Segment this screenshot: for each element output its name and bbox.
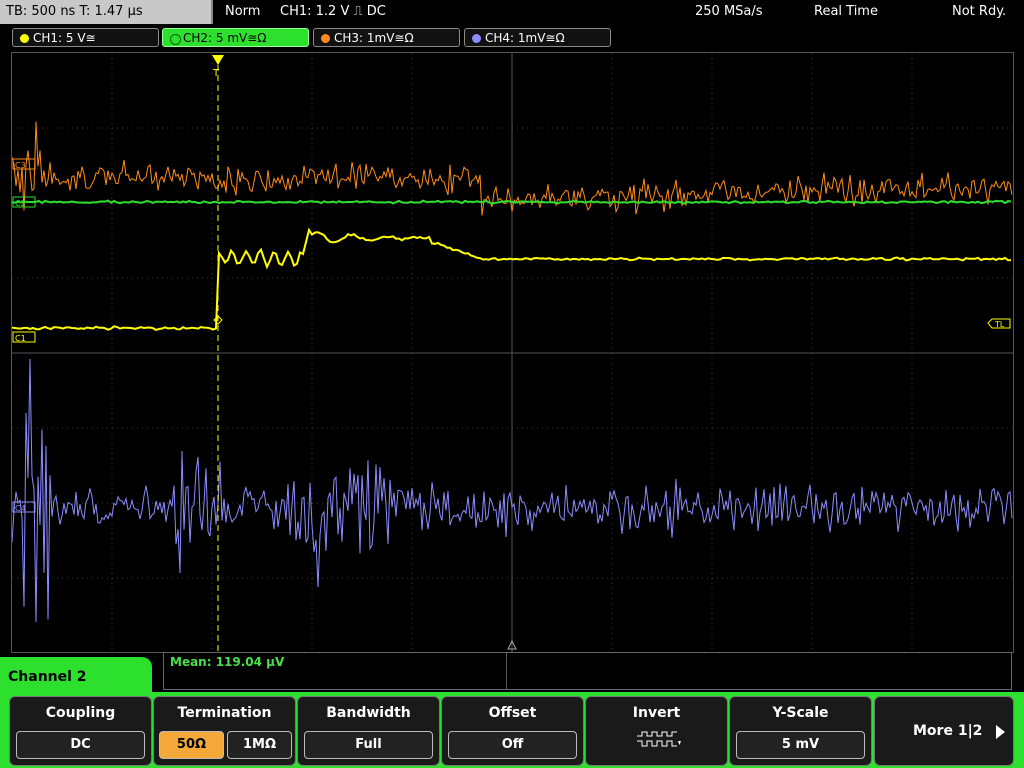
- offset-title: Offset: [488, 705, 537, 721]
- invert-title: Invert: [632, 705, 681, 721]
- yscale-title: Y-Scale: [772, 705, 829, 721]
- tab-ch2[interactable]: CH2: 5 mV≅Ω: [162, 28, 309, 47]
- coupling-value[interactable]: DC: [16, 731, 145, 759]
- trigger-mode[interactable]: Norm: [225, 0, 260, 24]
- sample-rate: 250 MSa/s: [695, 4, 763, 19]
- tab-ch1-label: CH1: 5 V≅: [33, 31, 96, 45]
- coupling-softkey[interactable]: Coupling DC: [9, 696, 152, 766]
- c2-marker: C2: [15, 199, 26, 208]
- acquisition-mode: Real Time: [814, 4, 878, 19]
- ch3-color-icon: [321, 34, 330, 43]
- top-status-bar: TB: 500 ns T: 1.47 µs Norm CH1: 1.2 V ⎍ …: [0, 0, 1024, 25]
- bandwidth-title: Bandwidth: [326, 705, 411, 721]
- invert-waveform-icon: [637, 731, 681, 747]
- more-label: More 1|2: [913, 723, 983, 739]
- termination-50-ohm[interactable]: 50Ω: [159, 731, 224, 759]
- ch2-color-icon: [170, 34, 181, 45]
- measurement-divider: [506, 653, 507, 689]
- tab-ch4-label: CH4: 1mV≅Ω: [485, 31, 565, 45]
- tab-ch3-label: CH3: 1mV≅Ω: [334, 31, 414, 45]
- tab-ch1[interactable]: CH1: 5 V≅: [12, 28, 159, 47]
- tab-ch2-label: CH2: 5 mV≅Ω: [183, 31, 267, 45]
- trigger-position-icon: [212, 55, 224, 65]
- yscale-value[interactable]: 5 mV: [736, 731, 865, 759]
- mean-measurement[interactable]: Mean: 119.04 µV: [170, 655, 284, 669]
- channel-tabs: CH1: 5 V≅ CH2: 5 mV≅Ω CH3: 1mV≅Ω CH4: 1m…: [0, 26, 1024, 50]
- ch1-color-icon: [20, 34, 29, 43]
- tl-marker: TL: [994, 320, 1005, 329]
- offset-softkey[interactable]: Offset Off: [441, 696, 584, 766]
- coupling-title: Coupling: [45, 705, 116, 721]
- timebase-readout[interactable]: TB: 500 ns T: 1.47 µs: [0, 0, 213, 24]
- c1-marker: C1: [15, 334, 26, 343]
- trigger-status: Not Rdy.: [952, 4, 1007, 19]
- tab-ch3[interactable]: CH3: 1mV≅Ω: [313, 28, 460, 47]
- chevron-right-icon: [996, 725, 1005, 739]
- termination-1m-ohm[interactable]: 1MΩ: [227, 731, 292, 759]
- bandwidth-value[interactable]: Full: [304, 731, 433, 759]
- offset-value[interactable]: Off: [448, 731, 577, 759]
- termination-title: Termination: [177, 705, 272, 721]
- waveform-svg: T C3 C2 C1 C4 TL: [11, 53, 1013, 652]
- bandwidth-softkey[interactable]: Bandwidth Full: [297, 696, 440, 766]
- measurement-area: Mean: 119.04 µV: [163, 652, 1012, 690]
- c4-marker: C4: [15, 504, 26, 513]
- c3-marker: C3: [15, 161, 26, 170]
- trigger-source[interactable]: CH1: 1.2 V ⎍ DC: [280, 0, 386, 24]
- waveform-display[interactable]: T C3 C2 C1 C4 TL: [11, 52, 1014, 653]
- ch4-color-icon: [472, 34, 481, 43]
- invert-softkey[interactable]: Invert: [585, 696, 728, 766]
- trig-marker-label: T: [212, 68, 220, 79]
- yscale-softkey[interactable]: Y-Scale 5 mV: [729, 696, 872, 766]
- termination-softkey[interactable]: Termination 50Ω 1MΩ: [153, 696, 296, 766]
- more-softkey[interactable]: More 1|2: [874, 696, 1014, 766]
- tab-ch4[interactable]: CH4: 1mV≅Ω: [464, 28, 611, 47]
